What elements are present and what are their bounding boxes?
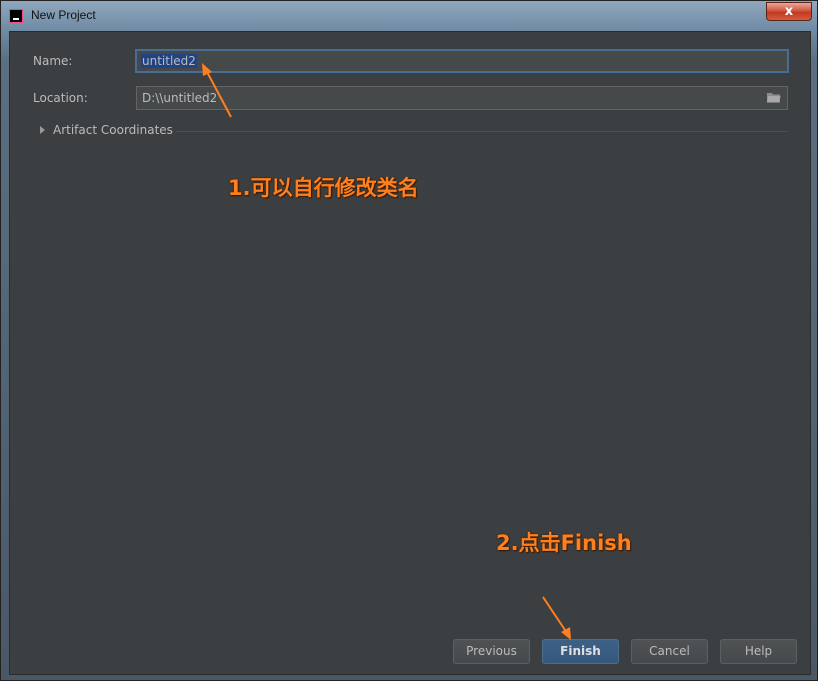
previous-button[interactable]: Previous: [453, 639, 530, 664]
location-label: Location:: [33, 91, 88, 105]
folder-icon[interactable]: [767, 92, 781, 103]
window-title: New Project: [31, 8, 96, 22]
intellij-icon: [9, 9, 23, 23]
triangle-right-icon[interactable]: [40, 126, 45, 134]
name-field[interactable]: untitled2: [135, 49, 789, 73]
name-label: Name:: [33, 54, 73, 68]
separator: [176, 131, 788, 132]
finish-button[interactable]: Finish: [542, 639, 619, 664]
dialog-content: Name: untitled2 Location: D:\\untitled2 …: [9, 31, 811, 675]
artifact-coordinates-toggle[interactable]: Artifact Coordinates: [53, 123, 173, 137]
location-value: D:\\untitled2: [142, 91, 218, 105]
title-bar[interactable]: New Project x: [1, 1, 818, 31]
annotation-click-finish: 2.点击Finish: [496, 531, 632, 555]
name-value: untitled2: [141, 54, 197, 68]
annotation-rename: 1.可以自行修改类名: [228, 176, 419, 200]
window-frame: New Project x Name: untitled2 Location: …: [0, 0, 818, 681]
help-button[interactable]: Help: [720, 639, 797, 664]
close-button[interactable]: x: [766, 2, 812, 21]
location-field[interactable]: D:\\untitled2: [136, 86, 788, 110]
cancel-button[interactable]: Cancel: [631, 639, 708, 664]
